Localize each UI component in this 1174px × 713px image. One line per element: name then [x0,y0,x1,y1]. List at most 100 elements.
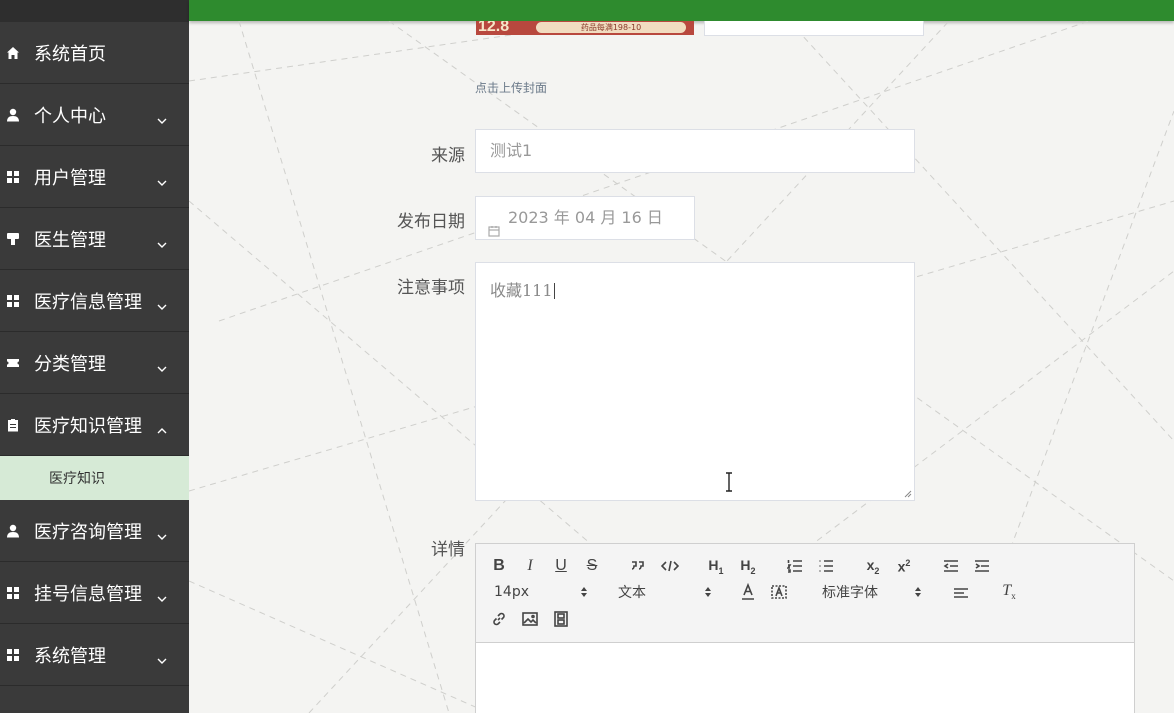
heading2-button[interactable]: H2 [737,556,759,576]
sidebar-item-label: 系统首页 [34,43,106,65]
ordered-list-button[interactable] [784,556,806,576]
quote-icon [631,561,644,570]
select-arrows-icon [914,585,922,599]
sidebar-item-label: 用户管理 [34,167,106,189]
grid-icon [6,586,20,600]
main-content: 12.8 药品每满198-10 点击上传封面 来源 测试1 发布日期 2023 … [189,21,1174,713]
image-button[interactable] [519,609,541,629]
chevron-down-icon [157,588,167,602]
sidebar-item-category-management[interactable]: 分类管理 [0,332,189,394]
chevron-down-icon [157,296,167,310]
sidebar-subitem-label: 医疗知识 [49,471,105,487]
cover-thumbnail-price: 12.8 [478,21,510,35]
chevron-down-icon [157,110,167,124]
heading2-icon: H2 [740,556,756,576]
bold-button[interactable]: B [488,556,510,576]
block-type-value: 文本 [618,585,646,601]
font-size-value: 14px [494,584,529,600]
upload-cover-hint[interactable]: 点击上传封面 [475,79,547,96]
clear-format-icon: Tx [1002,582,1016,602]
sidebar-item-label: 医疗信息管理 [34,291,142,313]
sidebar-item-label: 系统管理 [34,645,106,667]
cover-thumbnail-text: 药品每满198-10 [536,22,686,33]
background-color-button[interactable] [768,582,790,602]
sidebar-item-label: 医生管理 [34,229,106,251]
source-label: 来源 [431,146,465,166]
rich-text-editor[interactable]: B I U S H1 H2 x2 x2 14px 文本 标准字体 Tx [475,543,1135,713]
link-button[interactable] [488,609,510,629]
bullet-list-icon [819,560,833,572]
heading1-button[interactable]: H1 [705,556,727,576]
editor-toolbar: B I U S H1 H2 x2 x2 14px 文本 标准字体 Tx [476,544,1134,643]
italic-icon: I [527,557,533,574]
font-family-select[interactable]: 标准字体 [822,582,922,602]
sidebar: 系统首页 个人中心 用户管理 医生管理 医疗信息管理 分类管理 医疗知识管理 医… [0,0,189,713]
sidebar-item-medical-knowledge-management[interactable]: 医疗知识管理 [0,394,189,456]
chevron-down-icon [157,526,167,540]
superscript-button[interactable]: x2 [893,556,915,576]
notes-value: 收藏111 [490,281,553,300]
italic-button[interactable]: I [519,556,541,576]
image-icon [522,612,538,626]
select-arrows-icon [704,585,712,599]
chevron-down-icon [157,234,167,248]
publish-date-value: 2023 年 04 月 16 日 [508,208,663,227]
clipboard-icon [6,418,20,432]
clear-format-button[interactable]: Tx [998,582,1020,602]
stamp-icon [6,232,20,246]
resize-grip-icon[interactable] [904,490,912,498]
font-color-button[interactable] [737,582,759,602]
video-button[interactable] [550,609,572,629]
grid-icon [6,170,20,184]
sidebar-subitem-medical-knowledge[interactable]: 医疗知识 [0,456,189,500]
code-block-button[interactable] [659,556,681,576]
notes-label: 注意事项 [397,278,465,298]
sidebar-item-label: 医疗知识管理 [34,415,142,437]
sidebar-top-strip [0,0,189,22]
ordered-list-icon [787,560,802,573]
strikethrough-icon: S [586,557,598,574]
background-color-icon [771,585,787,599]
outdent-button[interactable] [940,556,962,576]
sidebar-item-registration-management[interactable]: 挂号信息管理 [0,562,189,624]
sidebar-item-label: 分类管理 [34,353,106,375]
sidebar-item-medical-consultation-management[interactable]: 医疗咨询管理 [0,500,189,562]
subscript-icon: x2 [866,556,880,576]
strikethrough-button[interactable]: S [581,556,603,576]
heading1-icon: H1 [708,556,724,576]
sidebar-item-medical-info-management[interactable]: 医疗信息管理 [0,270,189,332]
sidebar-item-doctor-management[interactable]: 医生管理 [0,208,189,270]
font-size-select[interactable]: 14px [494,582,588,602]
indent-button[interactable] [971,556,993,576]
cover-image-thumbnail[interactable]: 12.8 药品每满198-10 [476,21,694,35]
cover-upload-box[interactable] [704,21,924,36]
sidebar-item-personal-center[interactable]: 个人中心 [0,84,189,146]
indent-icon [975,560,989,572]
calendar-icon [488,211,500,237]
font-color-icon [742,583,754,600]
bullet-list-button[interactable] [815,556,837,576]
chevron-down-icon [157,358,167,372]
sidebar-item-user-management[interactable]: 用户管理 [0,146,189,208]
top-header-bar [189,0,1174,21]
home-icon [6,46,20,60]
underline-button[interactable]: U [550,556,572,576]
notes-textarea[interactable]: 收藏111 [475,262,915,501]
publish-date-label: 发布日期 [397,212,465,232]
blockquote-button[interactable] [627,556,649,576]
align-left-icon [954,588,968,598]
link-icon [493,612,505,626]
sidebar-item-system-management[interactable]: 系统管理 [0,624,189,686]
grid-icon [6,294,20,308]
video-icon [554,611,568,627]
source-input[interactable]: 测试1 [475,129,915,173]
sidebar-item-home[interactable]: 系统首页 [0,22,189,84]
subscript-button[interactable]: x2 [862,556,884,576]
bold-icon: B [493,557,505,574]
block-type-select[interactable]: 文本 [618,582,712,602]
user-icon [6,524,20,538]
outdent-icon [943,560,958,572]
align-button[interactable] [950,583,972,603]
code-icon [661,560,679,572]
publish-date-picker[interactable]: 2023 年 04 月 16 日 [475,196,695,240]
